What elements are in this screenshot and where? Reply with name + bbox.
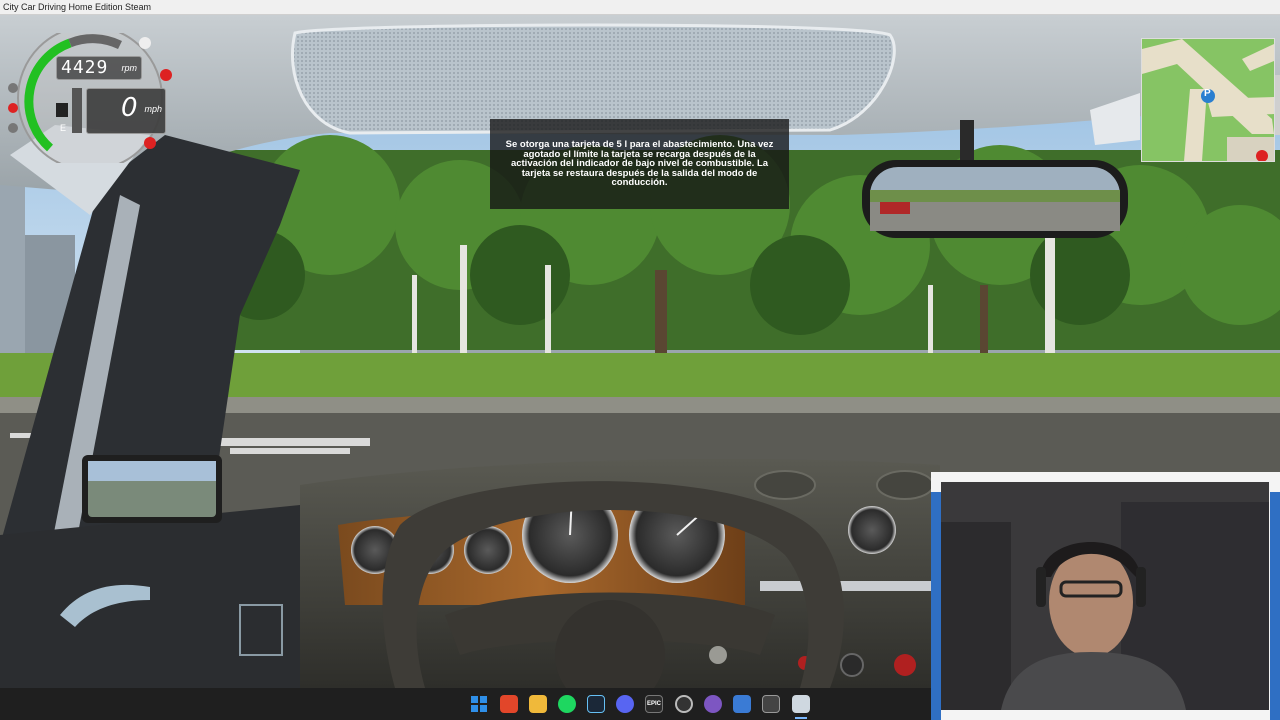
- rpm-value: 4429: [61, 57, 109, 78]
- window-title: City Car Driving Home Edition Steam: [3, 2, 152, 12]
- fuel-card-notification: Se otorga una tarjeta de 5 l para el aba…: [490, 119, 789, 209]
- taskbar: EPIC: [0, 688, 931, 720]
- speed-readout: 0 mph: [86, 88, 166, 134]
- speed-value: 0: [121, 93, 138, 123]
- minimap[interactable]: P: [1141, 38, 1275, 162]
- webcam-overlay: [931, 472, 1280, 720]
- drawing-app-icon[interactable]: [733, 695, 751, 713]
- file-explorer-icon[interactable]: [529, 695, 547, 713]
- active-window-icon[interactable]: [792, 695, 810, 713]
- hud-gauge-cluster: 4429 rpm 0 mph E: [0, 33, 175, 163]
- webcam-border-right: [1270, 492, 1280, 720]
- epic-games-label: EPIC: [646, 701, 661, 707]
- brave-icon[interactable]: [500, 695, 518, 713]
- spotify-icon[interactable]: [558, 695, 576, 713]
- webcam-border-left: [931, 492, 941, 720]
- parking-marker: P: [1204, 88, 1211, 99]
- steam-icon[interactable]: [587, 695, 605, 713]
- epic-games-icon[interactable]: EPIC: [645, 695, 663, 713]
- stream-app-icon[interactable]: [704, 695, 722, 713]
- notification-text: Se otorga una tarjeta de 5 l para el aba…: [505, 139, 774, 188]
- windows-start-icon[interactable]: [470, 695, 488, 713]
- desktop-root: City Car Driving Home Edition Steam 4429…: [0, 0, 1280, 720]
- window-title-bar[interactable]: City Car Driving Home Edition Steam: [0, 0, 1280, 15]
- streamer-silhouette: [941, 482, 1269, 710]
- webcam-feed: [941, 482, 1269, 710]
- speed-unit: mph: [144, 104, 162, 114]
- active-window-indicator: [795, 717, 807, 719]
- minimap-roads: [1142, 39, 1274, 161]
- fuel-empty-label: E: [60, 123, 67, 133]
- discord-icon[interactable]: [616, 695, 634, 713]
- rpm-unit: rpm: [121, 63, 138, 73]
- rpm-readout: 4429 rpm: [56, 56, 142, 80]
- speedometer-app-icon[interactable]: [675, 695, 693, 713]
- game-window-icon[interactable]: [762, 695, 780, 713]
